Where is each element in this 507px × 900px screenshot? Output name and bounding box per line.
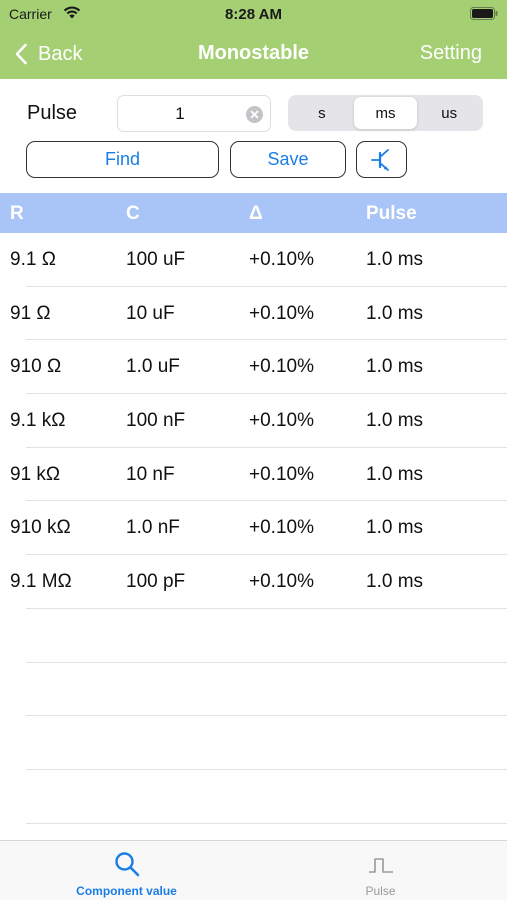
column-header-pulse: Pulse xyxy=(366,203,417,224)
cell-r: 9.1 Ω xyxy=(10,249,56,270)
table-row[interactable]: 91 Ω 10 uF +0.10% 1.0 ms xyxy=(0,287,507,341)
cell-c: 1.0 nF xyxy=(126,517,180,539)
tab-label: Component value xyxy=(76,884,177,898)
pulse-field xyxy=(117,95,271,132)
find-button[interactable]: Find xyxy=(26,141,219,178)
back-label: Back xyxy=(38,42,83,65)
empty-row xyxy=(0,716,507,770)
table-row[interactable]: 91 kΩ 10 nF +0.10% 1.0 ms xyxy=(0,448,507,502)
cell-pulse: 1.0 ms xyxy=(366,571,424,593)
status-bar: Carrier 8:28 AM xyxy=(0,0,507,28)
table-row[interactable]: 910 Ω 1.0 uF +0.10% 1.0 ms xyxy=(0,340,507,394)
transistor-button[interactable] xyxy=(356,141,407,178)
back-button[interactable]: Back xyxy=(14,40,82,68)
cell-delta: +0.10% xyxy=(249,571,314,593)
table-header: R C Δ Pulse xyxy=(0,193,507,233)
chevron-left-icon xyxy=(15,43,27,65)
column-header-r: R xyxy=(10,203,24,224)
pulse-input[interactable] xyxy=(124,99,236,128)
unit-segment-ms[interactable]: ms xyxy=(353,97,418,129)
cell-r: 91 Ω xyxy=(10,302,51,324)
table-row[interactable]: 9.1 MΩ 100 pF +0.10% 1.0 ms xyxy=(0,555,507,609)
save-button[interactable]: Save xyxy=(230,141,346,178)
tab-bar: Component value Pulse xyxy=(0,840,507,900)
cell-delta: +0.10% xyxy=(249,463,314,485)
cell-c: 100 nF xyxy=(126,410,186,432)
unit-segment-s[interactable]: s xyxy=(290,97,354,129)
cell-c: 100 pF xyxy=(126,571,186,593)
cell-r: 910 kΩ xyxy=(10,517,71,539)
cell-r: 91 kΩ xyxy=(10,463,61,485)
tab-label: Pulse xyxy=(365,884,396,898)
cell-r: 9.1 MΩ xyxy=(10,571,72,593)
column-header-c: C xyxy=(126,203,140,224)
table-row[interactable]: 9.1 kΩ 100 nF +0.10% 1.0 ms xyxy=(0,394,507,448)
search-icon xyxy=(114,852,139,877)
cell-delta: +0.10% xyxy=(249,517,314,539)
table-row[interactable]: 910 kΩ 1.0 nF +0.10% 1.0 ms xyxy=(0,501,507,555)
pulse-icon xyxy=(368,858,393,873)
transistor-icon xyxy=(370,148,389,171)
cell-pulse: 1.0 ms xyxy=(366,463,424,485)
results-table: 9.1 Ω 100 uF +0.10% 1.0 ms 91 Ω 10 uF +0… xyxy=(0,233,507,609)
cell-delta: +0.10% xyxy=(249,356,314,378)
cell-delta: +0.10% xyxy=(249,410,314,432)
cell-pulse: 1.0 ms xyxy=(366,517,424,539)
tab-pulse[interactable]: Pulse xyxy=(254,841,507,900)
cell-pulse: 1.0 ms xyxy=(366,410,424,432)
cell-c: 10 nF xyxy=(126,463,175,485)
battery-icon xyxy=(470,7,498,20)
cell-r: 9.1 kΩ xyxy=(10,410,66,432)
unit-segmented-control: s ms us xyxy=(288,95,483,131)
empty-row xyxy=(0,609,507,663)
empty-row xyxy=(0,770,507,824)
cell-delta: +0.10% xyxy=(249,302,314,324)
unit-segment-us[interactable]: us xyxy=(417,97,481,129)
cell-c: 10 uF xyxy=(126,302,175,324)
clear-icon[interactable] xyxy=(246,106,263,123)
status-time: 8:28 AM xyxy=(225,6,282,23)
cell-delta: +0.10% xyxy=(249,249,314,270)
cell-c: 100 uF xyxy=(126,249,186,270)
navigation-bar: Back Monostable Setting xyxy=(0,28,507,79)
cell-pulse: 1.0 ms xyxy=(366,302,424,324)
cell-c: 1.0 uF xyxy=(126,356,180,378)
pulse-label: Pulse xyxy=(27,102,78,124)
cell-pulse: 1.0 ms xyxy=(366,356,424,378)
column-header-delta: Δ xyxy=(249,203,263,224)
tab-component-value[interactable]: Component value xyxy=(0,841,253,900)
cell-pulse: 1.0 ms xyxy=(366,249,424,270)
empty-row xyxy=(0,663,507,717)
empty-table-area xyxy=(0,609,507,824)
setting-button[interactable]: Setting xyxy=(420,42,482,65)
table-row[interactable]: 9.1 Ω 100 uF +0.10% 1.0 ms xyxy=(0,233,507,287)
cell-r: 910 Ω xyxy=(10,356,62,378)
